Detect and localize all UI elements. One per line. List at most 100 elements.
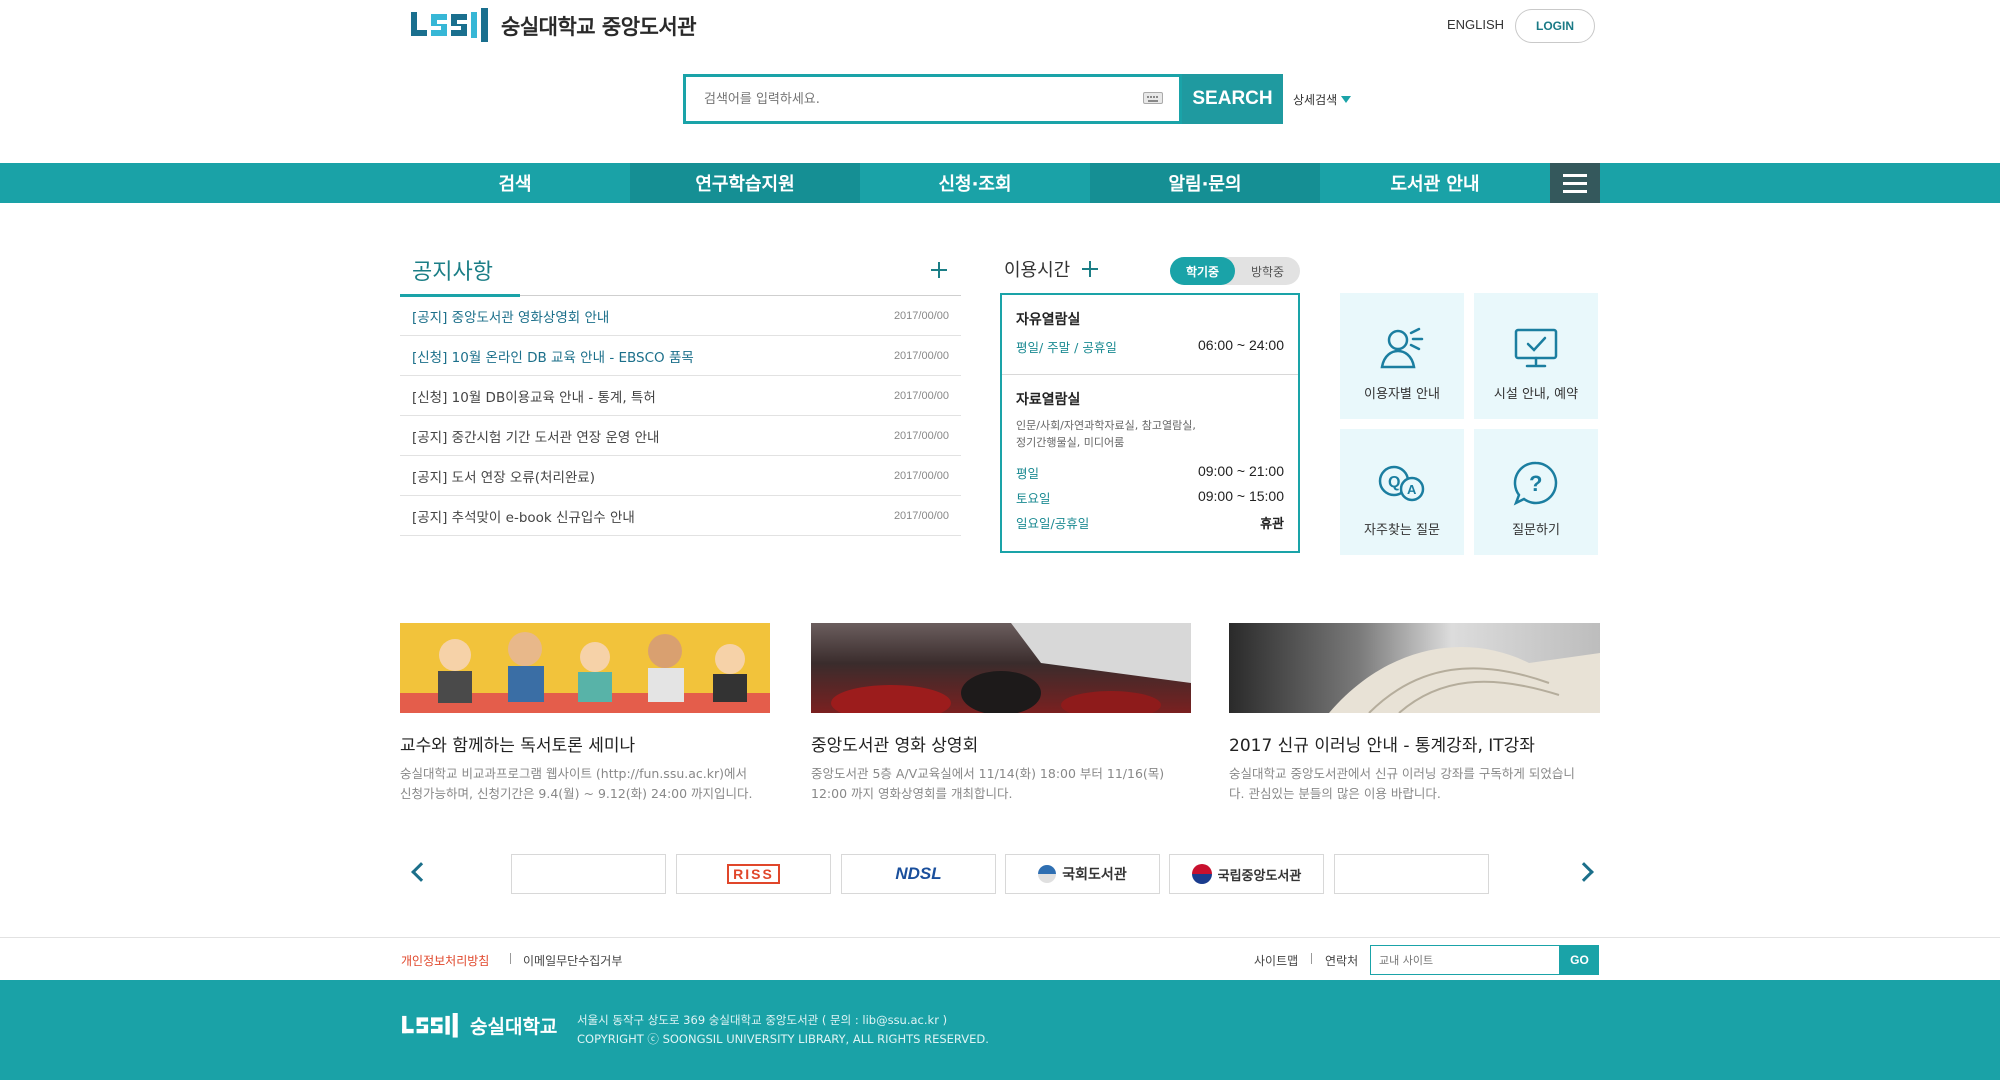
qa-bubbles-icon: Q A — [1378, 465, 1425, 502]
feature-image-book — [1229, 623, 1600, 713]
notice-header: 공지사항 — [400, 244, 961, 297]
no-email-collect-link[interactable]: 이메일무단수집거부 — [523, 952, 622, 969]
notice-item-title: [공지] 중간시험 기간 도서관 연장 운영 안내 — [412, 429, 660, 446]
notice-more-plus-icon[interactable] — [931, 262, 947, 278]
partner-ndsl[interactable]: NDSL — [841, 854, 996, 894]
tile-label: 질문하기 — [1512, 523, 1560, 538]
nav-item-about[interactable]: 도서관 안내 — [1320, 163, 1550, 203]
carousel-prev-icon[interactable] — [411, 862, 431, 882]
feature-title: 교수와 함께하는 독서토론 세미나 — [400, 736, 636, 756]
login-button[interactable]: LOGIN — [1515, 9, 1595, 43]
partner-national-library[interactable]: 국립중앙도서관 — [1169, 854, 1324, 894]
notice-row[interactable]: [공지] 추석맞이 e-book 신규입수 안내 2017/00/00 — [400, 496, 961, 536]
room-name: 자유열람실 — [1016, 312, 1081, 328]
hours-label: 평일 — [1016, 466, 1040, 481]
tab-vacation[interactable]: 방학중 — [1235, 257, 1300, 285]
separator — [510, 953, 511, 964]
sitemap-link[interactable]: 사이트맵 — [1254, 952, 1298, 969]
notice-item-date: 2017/00/00 — [893, 309, 949, 322]
tile-label: 이용자별 안내 — [1364, 387, 1440, 402]
feature-description: 중앙도서관 5층 A/V교육실에서 11/14(화) 18:00 부터 11/1… — [811, 766, 1165, 801]
advanced-search-toggle[interactable]: 상세검색 — [1293, 91, 1352, 108]
notice-row[interactable]: [신청] 10월 DB이용교육 안내 - 통계, 특허 2017/00/00 — [400, 376, 961, 416]
notice-panel: 공지사항 [공지] 중앙도서관 영화상영회 안내 2017/00/00 [신청] … — [400, 244, 961, 536]
feature-image-cinema — [811, 623, 1191, 713]
notice-row[interactable]: [공지] 중간시험 기간 도서관 연장 운영 안내 2017/00/00 — [400, 416, 961, 456]
nav-item-search[interactable]: 검색 — [400, 163, 630, 203]
hours-label: 평일/ 주말 / 공휴일 — [1016, 340, 1117, 355]
feature-title: 중앙도서관 영화 상영회 — [811, 736, 979, 756]
logo-text: 숭실대학교 중앙도서관 — [501, 15, 697, 39]
partner-riss[interactable]: RISS — [676, 854, 831, 894]
title-underline — [400, 294, 520, 297]
campus-site-input[interactable] — [1370, 945, 1560, 975]
notice-list: [공지] 중앙도서관 영화상영회 안내 2017/00/00 [신청] 10월 온… — [400, 296, 961, 536]
nav-item-apply[interactable]: 신청·조회 — [860, 163, 1090, 203]
hours-label: 일요일/공휴일 — [1016, 516, 1090, 531]
header: 숭실대학교 중앙도서관 ENGLISH LOGIN SEARCH 상세검색 — [0, 0, 2000, 163]
library-logo[interactable]: 숭실대학교 중앙도서관 — [411, 8, 697, 44]
hours-header: 이용시간 — [1004, 256, 1099, 282]
virtual-keyboard-icon[interactable] — [1143, 92, 1163, 104]
hours-tab-switch: 학기중 방학중 — [1170, 257, 1300, 285]
feature-card[interactable]: 교수와 함께하는 독서토론 세미나 숭실대학교 비교과프로그램 웹사이트 (ht… — [400, 623, 770, 804]
tile-label: 시설 안내, 예약 — [1493, 387, 1579, 402]
hours-more-plus-icon[interactable] — [1082, 261, 1099, 277]
nav-item-notice[interactable]: 알림·문의 — [1090, 163, 1320, 203]
ndsl-logo: NDSL — [895, 864, 942, 883]
riss-logo: RISS — [727, 864, 780, 884]
notice-row[interactable]: [신청] 10월 온라인 DB 교육 안내 - EBSCO 품목 2017/00/… — [400, 336, 961, 376]
feature-description: 숭실대학교 중앙도서관에서 신규 이러닝 강좌를 구독하게 되었습니 다. 관심… — [1229, 766, 1575, 801]
notice-title: 공지사항 — [412, 260, 493, 285]
search-input[interactable] — [686, 77, 1179, 121]
hours-value: 06:00 ~ 24:00 — [1197, 337, 1284, 353]
notice-row[interactable]: [공지] 중앙도서관 영화상영회 안내 2017/00/00 — [400, 296, 961, 336]
hours-value: 09:00 ~ 15:00 — [1197, 488, 1284, 504]
tab-semester[interactable]: 학기중 — [1170, 257, 1235, 285]
copyright-line: COPYRIGHT ⓒ SOONGSIL UNIVERSITY LIBRARY,… — [577, 1032, 989, 1046]
privacy-policy-link[interactable]: 개인정보처리방침 — [401, 952, 489, 969]
feature-card[interactable]: 2017 신규 이러닝 안내 - 통계강좌, IT강좌 숭실대학교 중앙도서관에… — [1229, 623, 1600, 804]
hours-title: 이용시간 — [1004, 260, 1071, 281]
monitor-check-icon — [1514, 328, 1558, 368]
quick-user-guide[interactable]: 이용자별 안내 — [1340, 293, 1464, 419]
hamburger-menu-icon[interactable] — [1550, 163, 1600, 203]
assembly-emblem-icon — [1038, 865, 1057, 883]
search-button[interactable]: SEARCH — [1182, 74, 1283, 124]
partner-slot-empty[interactable] — [1334, 854, 1489, 894]
book-photo — [1329, 647, 1600, 713]
ssu-logo-white-icon — [402, 1012, 458, 1038]
feature-card[interactable]: 중앙도서관 영화 상영회 중앙도서관 5층 A/V교육실에서 11/14(화) … — [811, 623, 1191, 804]
footer-logo-text: 숭실대학교 — [470, 1016, 558, 1038]
notice-item-title: [공지] 도서 연장 오류(처리완료) — [412, 469, 595, 486]
user-speaking-icon — [1380, 327, 1424, 369]
partner-slot-empty[interactable] — [511, 854, 666, 894]
separator — [1311, 953, 1312, 964]
search-box — [683, 74, 1182, 124]
notice-row[interactable]: [공지] 도서 연장 오류(처리완료) 2017/00/00 — [400, 456, 961, 496]
go-button[interactable]: GO — [1560, 945, 1599, 975]
feature-title: 2017 신규 이러닝 안내 - 통계강좌, IT강좌 — [1229, 736, 1535, 756]
footer-address: 서울시 동작구 상도로 369 숭실대학교 중앙도서관 ( 문의 : lib@s… — [577, 1011, 989, 1049]
notice-item-date: 2017/00/00 — [893, 429, 949, 442]
hours-label: 토요일 — [1016, 491, 1051, 506]
nav-item-research[interactable]: 연구학습지원 — [630, 163, 860, 203]
carousel-next-icon[interactable] — [1574, 862, 1594, 882]
main-nav: 검색 연구학습지원 신청·조회 알림·문의 도서관 안내 — [0, 163, 2000, 203]
cinema-photo — [831, 623, 1191, 713]
svg-text:A: A — [1407, 482, 1417, 497]
materials-reading-room: 자료열람실 인문/사회/자연과학자료실, 참고열람실, 정기간행물실, 미디어룸… — [1002, 375, 1298, 532]
quick-ask[interactable]: ? 질문하기 — [1474, 429, 1598, 555]
english-link[interactable]: ENGLISH — [1447, 17, 1504, 32]
quick-faq[interactable]: Q A 자주찾는 질문 — [1340, 429, 1464, 555]
notice-item-title: [공지] 중앙도서관 영화상영회 안내 — [412, 309, 610, 326]
notice-item-title: [공지] 추석맞이 e-book 신규입수 안내 — [412, 509, 635, 526]
partner-national-assembly[interactable]: 국회도서관 — [1005, 854, 1160, 894]
quick-facility[interactable]: 시설 안내, 예약 — [1474, 293, 1598, 419]
assembly-label: 국회도서관 — [1062, 867, 1127, 883]
contact-link[interactable]: 연락처 — [1325, 952, 1358, 969]
room-description: 인문/사회/자연과학자료실, 참고열람실, 정기간행물실, 미디어룸 — [1016, 419, 1196, 449]
feature-description: 숭실대학교 비교과프로그램 웹사이트 (http://fun.ssu.ac.kr… — [400, 766, 753, 801]
room-name: 자료열람실 — [1016, 392, 1081, 408]
national-library-label: 국립중앙도서관 — [1217, 868, 1302, 884]
